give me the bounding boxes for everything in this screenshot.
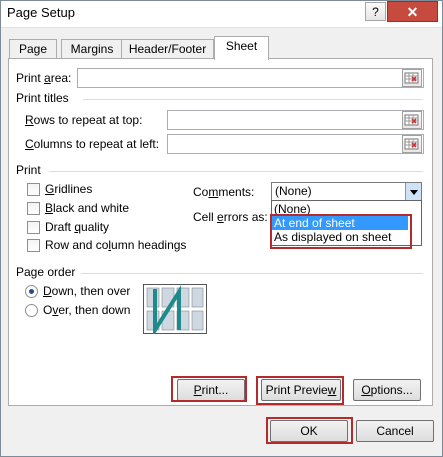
cell-errors-label: Cell errors as:: [193, 210, 268, 224]
print-area-input[interactable]: [77, 68, 424, 88]
gridlines-checkbox[interactable]: [27, 183, 40, 196]
tab-margins[interactable]: Margins: [61, 39, 123, 59]
page-order-preview-icon: [143, 284, 207, 334]
row-column-headings-checkbox[interactable]: [27, 239, 40, 252]
annotation-highlight-box: [171, 376, 247, 402]
page-order-divider: [81, 273, 423, 274]
range-picker-icon[interactable]: [402, 135, 422, 153]
print-divider: [49, 171, 423, 172]
help-button[interactable]: ?: [365, 2, 386, 21]
range-picker-icon[interactable]: [402, 69, 422, 87]
page-setup-dialog: Page Setup ? ✕ Page Margins Header/Foote…: [0, 0, 443, 457]
over-then-down-label: Over, then down: [43, 303, 131, 317]
comments-select[interactable]: (None): [271, 182, 422, 201]
tab-page[interactable]: Page: [9, 39, 57, 59]
title-bar: Page Setup ? ✕: [1, 1, 442, 28]
print-titles-divider: [83, 99, 423, 100]
gridlines-label: Gridlines: [45, 182, 93, 196]
cancel-button[interactable]: Cancel: [356, 420, 434, 442]
draft-quality-label: Draft quality: [45, 220, 110, 234]
comments-select-value: (None): [275, 184, 312, 198]
close-button[interactable]: ✕: [387, 1, 438, 22]
chevron-down-icon[interactable]: [405, 183, 421, 200]
page-order-heading: Page order: [16, 265, 76, 279]
draft-quality-checkbox[interactable]: [27, 221, 40, 234]
down-then-over-radio[interactable]: [25, 285, 38, 298]
rows-to-repeat-label: Rows to repeat at top:: [25, 113, 143, 127]
row-column-headings-label: Row and column headings: [45, 238, 187, 252]
over-then-down-radio[interactable]: [25, 304, 38, 317]
annotation-highlight-box: [270, 214, 412, 249]
window-title: Page Setup: [7, 5, 75, 20]
print-heading: Print: [16, 163, 41, 177]
print-area-label: Print area:: [16, 71, 72, 85]
rows-to-repeat-input[interactable]: [167, 110, 424, 130]
annotation-highlight-box: [256, 376, 344, 405]
annotation-highlight-box: [266, 417, 353, 444]
print-titles-heading: Print titles: [16, 91, 69, 105]
tab-sheet[interactable]: Sheet: [214, 36, 269, 60]
tab-header-footer[interactable]: Header/Footer: [121, 39, 214, 59]
range-picker-icon[interactable]: [402, 111, 422, 129]
black-and-white-label: Black and white: [45, 201, 130, 215]
columns-to-repeat-input[interactable]: [167, 134, 424, 154]
black-and-white-checkbox[interactable]: [27, 202, 40, 215]
sheet-panel: Print area: Print titles Rows to repeat …: [8, 58, 433, 406]
down-then-over-label: Down, then over: [43, 284, 131, 298]
options-button[interactable]: Options...: [353, 379, 421, 401]
columns-to-repeat-label: Columns to repeat at left:: [25, 137, 160, 151]
comments-label: Comments:: [193, 185, 255, 199]
